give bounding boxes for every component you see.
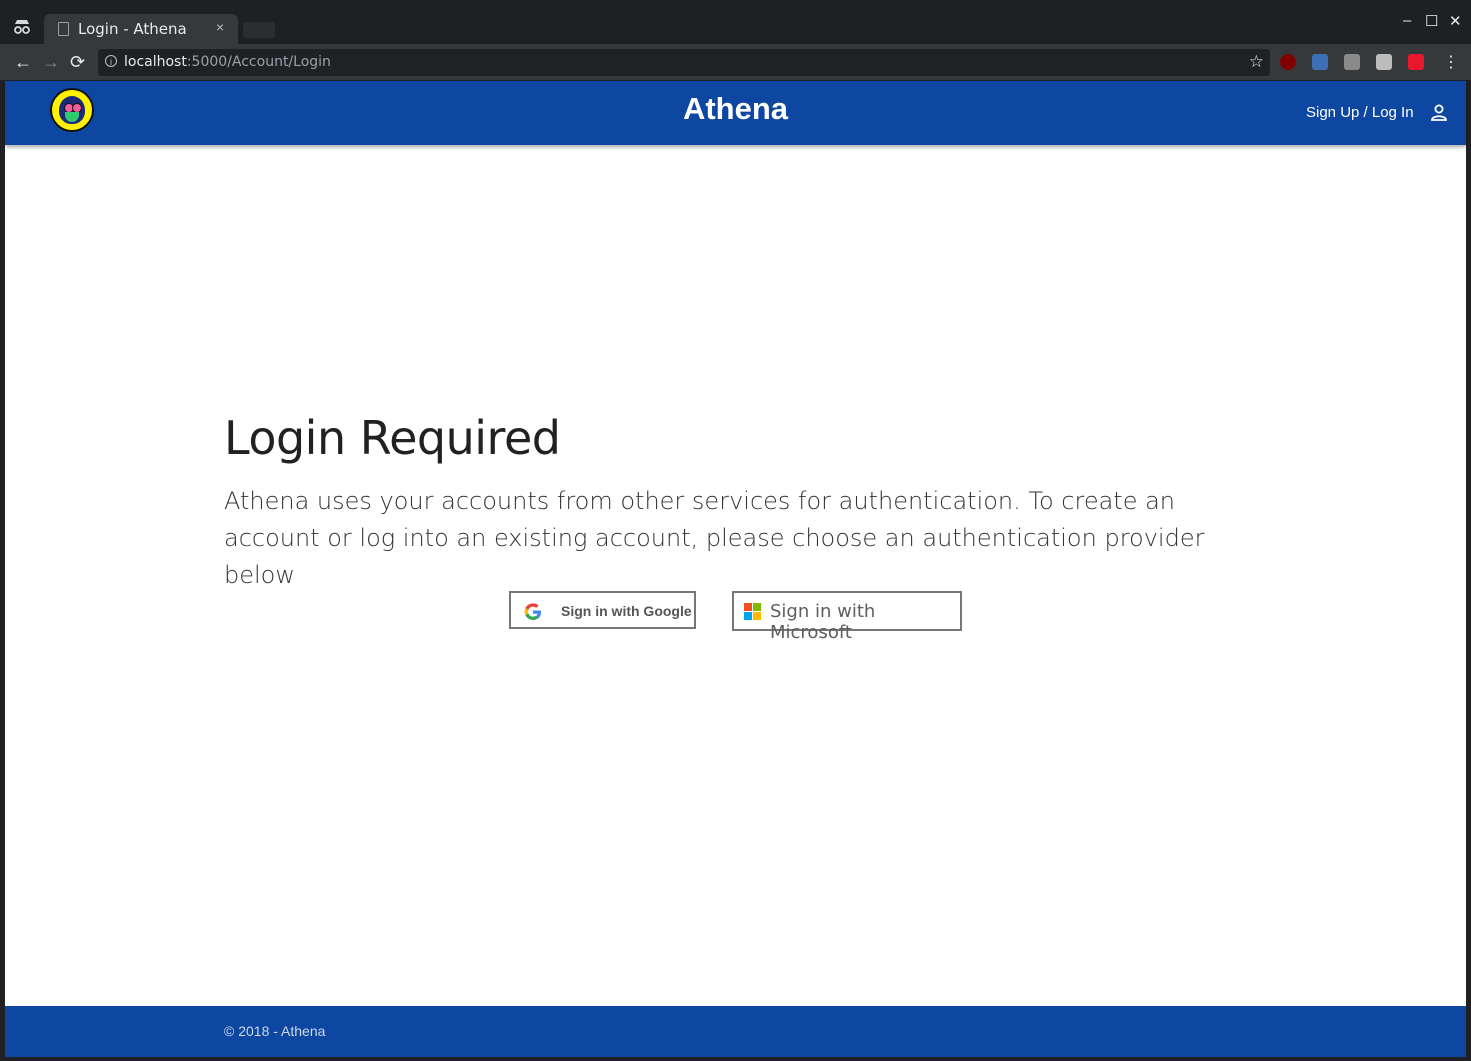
extension-icon[interactable] [1376, 54, 1392, 70]
microsoft-signin-label: Sign in with Microsoft [770, 601, 876, 643]
auth-description: Athena uses your accounts from other ser… [224, 487, 1205, 589]
app-footer: © 2018 - Athena [5, 1006, 1466, 1057]
google-signin-button[interactable]: Sign in with Google [509, 591, 696, 629]
copyright-text: © 2018 - Athena [224, 1023, 326, 1039]
signup-login-link[interactable]: Sign Up / Log In [1306, 104, 1414, 121]
minimize-icon[interactable]: – [1403, 12, 1411, 29]
browser-toolbar: ← → ⟳ i localhost:5000/Account/Login ☆ [0, 44, 1471, 80]
google-icon [524, 603, 541, 620]
bitwarden-extension-icon[interactable] [1312, 54, 1328, 70]
info-icon[interactable]: i [105, 55, 117, 67]
microsoft-signin-button[interactable]: Sign in with Microsoft [732, 591, 962, 643]
url-text[interactable]: localhost:5000/Account/Login [124, 54, 331, 70]
bookmark-star-icon[interactable]: ☆ [1249, 52, 1264, 72]
user-icon[interactable] [1431, 104, 1447, 121]
page-title: Login Required [224, 411, 561, 465]
url-host: localhost [124, 54, 187, 70]
browser-window: Login - Athena × – ☐ ✕ ← → ⟳ i localhost… [0, 0, 1471, 1061]
tab-strip: Login - Athena × – ☐ ✕ [0, 0, 1471, 44]
incognito-icon [12, 18, 34, 38]
reload-icon[interactable]: ⟳ [70, 52, 85, 73]
ms-square-blue [744, 612, 752, 620]
page-icon [58, 22, 69, 36]
login-content: Login Required Athena uses your accounts… [224, 411, 1244, 594]
web-page: Athena Sign Up / Log In Login Required A… [5, 81, 1466, 1057]
s-extension-icon[interactable] [1344, 54, 1360, 70]
ms-square-green [753, 603, 761, 611]
new-tab-button[interactable] [243, 22, 275, 38]
red-extension-icon[interactable] [1408, 54, 1424, 70]
tab-title: Login - Athena [78, 20, 187, 38]
tab-login-athena[interactable]: Login - Athena × [44, 14, 238, 44]
address-bar[interactable]: i localhost:5000/Account/Login ☆ [98, 49, 1270, 76]
back-icon[interactable]: ← [14, 52, 32, 73]
browser-menu-icon[interactable]: ⋮ [1443, 52, 1459, 72]
ms-square-yellow [753, 612, 761, 620]
close-window-icon[interactable]: ✕ [1449, 12, 1462, 30]
maximize-icon[interactable]: ☐ [1425, 12, 1438, 30]
brand-title[interactable]: Athena [5, 91, 1466, 127]
tab-close-icon[interactable]: × [216, 19, 224, 35]
ms-square-red [744, 603, 752, 611]
forward-icon[interactable]: → [42, 52, 60, 73]
url-path: :5000/Account/Login [186, 54, 331, 70]
ublock-extension-icon[interactable] [1280, 54, 1296, 70]
app-header: Athena Sign Up / Log In [5, 81, 1466, 145]
google-signin-label: Sign in with Google [561, 603, 692, 619]
microsoft-icon [744, 603, 762, 621]
